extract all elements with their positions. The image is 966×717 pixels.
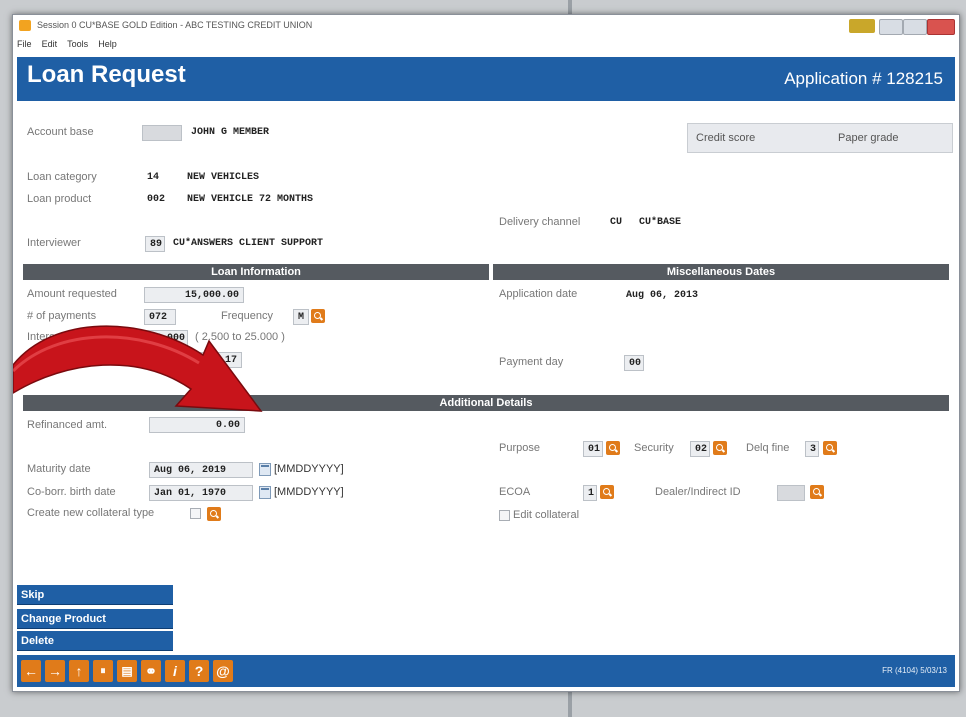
loan-product-desc: NEW VEHICLE 72 MONTHS bbox=[187, 194, 314, 205]
coborr-birth-label: Co-borr. birth date bbox=[27, 486, 116, 498]
footer-toolbar: ← → ↑ ⏸ ▤ ⚭ i ? @ FR (4104) 5/03/13 bbox=[17, 655, 955, 687]
account-base-field[interactable] bbox=[142, 125, 182, 141]
account-base-label: Account base bbox=[27, 126, 94, 138]
delivery-channel-desc: CU*BASE bbox=[639, 217, 682, 228]
maturity-calendar-icon[interactable] bbox=[259, 463, 271, 476]
print-icon[interactable]: ▤ bbox=[117, 660, 137, 682]
application-number: Application # 128215 bbox=[784, 69, 943, 88]
page-title: Loan Request bbox=[27, 61, 186, 88]
application-date: Aug 06, 2013 bbox=[626, 290, 699, 301]
interviewer-label: Interviewer bbox=[27, 237, 81, 249]
purpose-label: Purpose bbox=[499, 442, 540, 454]
delq-fine-field[interactable]: 3 bbox=[805, 441, 819, 457]
payment-day-label: Payment day bbox=[499, 356, 564, 368]
amount-requested-field[interactable]: 15,000.00 bbox=[144, 287, 244, 303]
loan-category-code: 14 bbox=[147, 172, 160, 183]
ecoa-field[interactable]: 1 bbox=[583, 485, 597, 501]
ecoa-lookup-icon[interactable] bbox=[600, 485, 614, 499]
payments-label: # of payments bbox=[27, 310, 97, 322]
coborr-birth-field[interactable]: Jan 01, 1970 bbox=[149, 485, 253, 501]
payment-day-field[interactable]: 00 bbox=[624, 355, 644, 371]
up-arrow-icon[interactable]: ↑ bbox=[69, 660, 89, 682]
security-field[interactable]: 02 bbox=[690, 441, 710, 457]
delq-fine-label: Delq fine bbox=[746, 442, 790, 454]
title-bar: Session 0 CU*BASE GOLD Edition - ABC TES… bbox=[13, 15, 959, 37]
collateral-lookup-icon[interactable] bbox=[207, 507, 221, 521]
payment-field[interactable]: 309.17 bbox=[157, 352, 242, 368]
delete-button[interactable]: Delete bbox=[17, 631, 173, 651]
ecoa-label: ECOA bbox=[499, 486, 531, 498]
pause-icon[interactable]: ⏸ bbox=[93, 660, 113, 682]
amount-requested-label: Amount requested bbox=[27, 288, 117, 300]
edit-collateral-checkbox[interactable] bbox=[499, 510, 510, 521]
member-name: JOHN G MEMBER bbox=[191, 127, 270, 138]
info-icon[interactable]: i bbox=[165, 660, 185, 682]
dealer-lookup-icon[interactable] bbox=[810, 485, 824, 499]
interest-range: ( 2.500 to 25.000 ) bbox=[195, 331, 285, 343]
application-date-label: Application date bbox=[499, 288, 578, 300]
frequency-lookup-icon[interactable] bbox=[311, 309, 325, 323]
minimize-button[interactable] bbox=[879, 19, 903, 35]
dealer-field[interactable] bbox=[777, 485, 805, 501]
coborr-calendar-icon[interactable] bbox=[259, 486, 271, 499]
menu-file[interactable]: File bbox=[17, 39, 32, 49]
refinanced-label: Refinanced amt. bbox=[27, 419, 108, 431]
change-product-button[interactable]: Change Product bbox=[17, 609, 173, 629]
delq-fine-lookup-icon[interactable] bbox=[823, 441, 837, 455]
purpose-lookup-icon[interactable] bbox=[606, 441, 620, 455]
credit-box: Credit score Paper grade bbox=[687, 123, 953, 153]
page-header: Loan Request Application # 128215 bbox=[17, 57, 955, 101]
skip-button[interactable]: Skip bbox=[17, 585, 173, 605]
collateral-type-checkbox[interactable] bbox=[190, 508, 201, 519]
menu-tools[interactable]: Tools bbox=[67, 39, 88, 49]
purpose-field[interactable]: 01 bbox=[583, 441, 603, 457]
close-button[interactable] bbox=[927, 19, 955, 35]
version-label: FR (4104) 5/03/13 bbox=[882, 666, 947, 675]
maturity-date-format: [MMDDYYYY] bbox=[274, 463, 344, 475]
loan-category-label: Loan category bbox=[27, 171, 97, 183]
interest-rate-label: Interest rate bbox=[27, 331, 86, 343]
credit-score-label: Credit score bbox=[696, 132, 756, 144]
dealer-label: Dealer/Indirect ID bbox=[655, 486, 741, 498]
additional-details-header: Additional Details bbox=[23, 395, 949, 411]
link-icon[interactable]: ⚭ bbox=[141, 660, 161, 682]
security-lookup-icon[interactable] bbox=[713, 441, 727, 455]
maximize-button[interactable] bbox=[903, 19, 927, 35]
window-title: Session 0 CU*BASE GOLD Edition - ABC TES… bbox=[37, 20, 313, 30]
gold-icon bbox=[849, 19, 875, 33]
refinanced-field[interactable]: 0.00 bbox=[149, 417, 245, 433]
maturity-date-field[interactable]: Aug 06, 2019 bbox=[149, 462, 253, 478]
back-arrow-icon[interactable]: ← bbox=[21, 660, 41, 682]
interest-rate-field[interactable]: 14.000 bbox=[144, 330, 188, 346]
delivery-channel-label: Delivery channel bbox=[499, 216, 581, 228]
misc-dates-header: Miscellaneous Dates bbox=[493, 264, 949, 280]
loan-product-code: 002 bbox=[147, 194, 166, 205]
help-icon[interactable]: ? bbox=[189, 660, 209, 682]
loan-information-header: Loan Information bbox=[23, 264, 489, 280]
menu-edit[interactable]: Edit bbox=[42, 39, 58, 49]
paper-grade-label: Paper grade bbox=[838, 132, 899, 144]
frequency-field[interactable]: M bbox=[293, 309, 309, 325]
maturity-date-label: Maturity date bbox=[27, 463, 91, 475]
delivery-channel-code: CU bbox=[610, 217, 623, 228]
loan-product-label: Loan product bbox=[27, 193, 92, 205]
coborr-date-format: [MMDDYYYY] bbox=[274, 486, 344, 498]
security-label: Security bbox=[634, 442, 674, 454]
loan-category-desc: NEW VEHICLES bbox=[187, 172, 260, 183]
collateral-type-label: Create new collateral type bbox=[27, 507, 155, 519]
email-icon[interactable]: @ bbox=[213, 660, 233, 682]
loan-request-window: Session 0 CU*BASE GOLD Edition - ABC TES… bbox=[12, 14, 960, 692]
forward-arrow-icon[interactable]: → bbox=[45, 660, 65, 682]
menu-bar: File Edit Tools Help bbox=[13, 38, 959, 54]
payment-label: Payment bbox=[27, 354, 71, 366]
frequency-label: Frequency bbox=[221, 310, 273, 322]
payments-field[interactable]: 072 bbox=[144, 309, 176, 325]
interviewer-desc: CU*ANSWERS CLIENT SUPPORT bbox=[173, 238, 324, 249]
app-icon bbox=[19, 20, 31, 31]
menu-help[interactable]: Help bbox=[98, 39, 117, 49]
interviewer-field[interactable]: 89 bbox=[145, 236, 165, 252]
edit-collateral-label: Edit collateral bbox=[513, 509, 580, 521]
